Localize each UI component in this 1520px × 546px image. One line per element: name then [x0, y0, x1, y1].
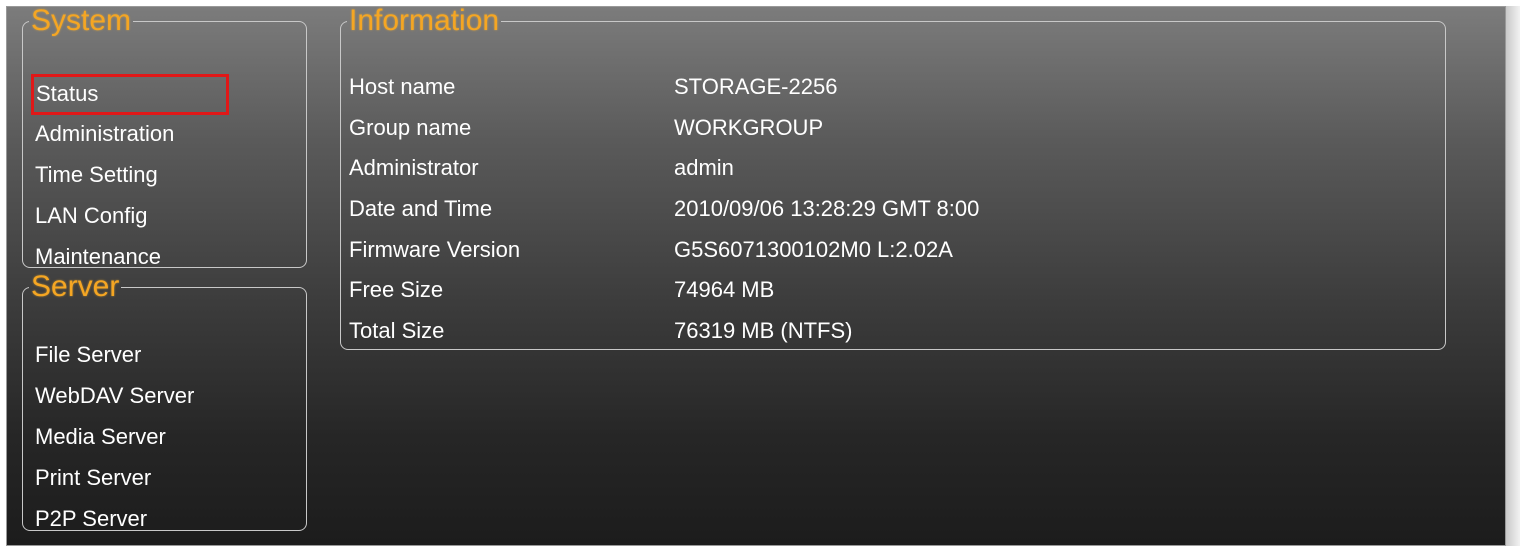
information-group: Information Host name STORAGE-2256 Group…: [340, 4, 1446, 350]
menu-item-label: Status: [36, 81, 99, 106]
info-value: admin: [674, 155, 734, 181]
info-value: 76319 MB (NTFS): [674, 318, 853, 344]
information-group-title: Information: [349, 4, 500, 37]
info-label: Date and Time: [349, 196, 493, 222]
info-value: G5S6071300102M0 L:2.02A: [674, 236, 953, 262]
menu-item-lan-config[interactable]: LAN Config: [33, 197, 300, 238]
menu-item-label: Maintenance: [35, 244, 161, 269]
info-value: STORAGE-2256: [674, 74, 838, 99]
info-label: Host name: [349, 74, 456, 99]
info-value: 2010/09/06 13:28:29 GMT 8:00: [674, 196, 980, 222]
info-label: Administrator: [349, 155, 479, 181]
menu-item-webdav-server[interactable]: WebDAV Server: [33, 377, 300, 418]
menu-item-label: P2P Server: [35, 506, 148, 531]
menu-item-label: File Server: [35, 342, 142, 367]
menu-item-time-setting[interactable]: Time Setting: [33, 156, 300, 197]
server-menu: File Server WebDAV Server Media Server P…: [33, 336, 300, 541]
info-value: 74964 MB: [674, 277, 775, 303]
menu-item-label: Time Setting: [35, 162, 158, 187]
menu-item-file-server[interactable]: File Server: [33, 336, 300, 377]
menu-item-print-server[interactable]: Print Server: [33, 459, 300, 500]
menu-item-label: Administration: [35, 121, 175, 146]
menu-item-p2p-server[interactable]: P2P Server: [33, 500, 300, 541]
info-value: WORKGROUP: [674, 114, 824, 140]
admin-panel: System Status Administration Time Settin…: [6, 6, 1506, 546]
info-label: Total Size: [349, 318, 445, 344]
info-label: Firmware Version: [349, 236, 521, 262]
menu-item-label: LAN Config: [35, 203, 148, 228]
window-edge: [1506, 6, 1520, 546]
system-group: System Status Administration Time Settin…: [22, 4, 307, 269]
system-group-title: System: [31, 4, 132, 37]
menu-item-status[interactable]: Status: [31, 74, 229, 115]
menu-item-label: WebDAV Server: [35, 383, 195, 408]
menu-item-administration[interactable]: Administration: [33, 115, 300, 156]
info-label: Group name: [349, 114, 472, 140]
menu-item-media-server[interactable]: Media Server: [33, 418, 300, 459]
server-group: Server File Server WebDAV Server Media S…: [22, 270, 307, 531]
menu-item-label: Media Server: [35, 424, 166, 449]
system-menu: Status Administration Time Setting LAN C…: [31, 74, 300, 279]
info-label: Free Size: [349, 277, 444, 303]
menu-item-label: Print Server: [35, 465, 152, 490]
server-group-title: Server: [31, 270, 120, 303]
